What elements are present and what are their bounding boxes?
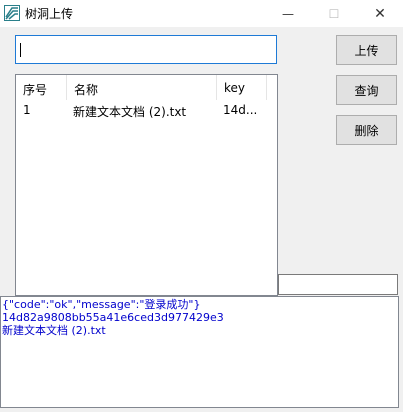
file-list[interactable]: 序号 名称 key 1 新建文本文档 (2).txt 14d... <box>15 74 278 296</box>
window-title: 树洞上传 <box>25 7 74 21</box>
close-icon: ✕ <box>374 5 386 22</box>
secondary-input[interactable] <box>278 274 398 295</box>
minimize-icon: — <box>282 6 294 21</box>
column-header-key[interactable]: key <box>217 75 267 100</box>
close-button[interactable]: ✕ <box>357 0 403 27</box>
list-item-name: 新建文本文档 (2).txt <box>73 105 187 119</box>
query-button[interactable]: 查询 <box>336 75 397 105</box>
log-line: {"code":"ok","message":"登录成功"} <box>2 298 201 311</box>
list-header: 序号 名称 key <box>16 75 277 100</box>
log-line: 14d82a9808bb55a41e6ced3d977429e3 <box>2 311 224 324</box>
text-caret <box>20 43 21 57</box>
upload-button[interactable]: 上传 <box>336 35 397 65</box>
delete-button[interactable]: 删除 <box>336 115 397 145</box>
title-bar: 树洞上传 — ☐ ✕ <box>0 0 403 27</box>
minimize-button[interactable]: — <box>265 0 311 27</box>
maximize-icon: ☐ <box>328 6 340 21</box>
app-icon <box>4 5 20 21</box>
column-header-index[interactable]: 序号 <box>16 75 67 100</box>
list-item-key: 14d... <box>223 103 258 117</box>
list-item-index: 1 <box>23 103 31 117</box>
column-header-name[interactable]: 名称 <box>67 75 217 100</box>
file-path-input[interactable] <box>15 35 277 64</box>
log-line: 新建文本文档 (2).txt <box>2 324 106 337</box>
maximize-button[interactable]: ☐ <box>311 0 357 27</box>
output-log[interactable]: {"code":"ok","message":"登录成功"} 14d82a980… <box>0 296 399 408</box>
list-item[interactable]: 1 新建文本文档 (2).txt 14d... <box>16 101 277 119</box>
